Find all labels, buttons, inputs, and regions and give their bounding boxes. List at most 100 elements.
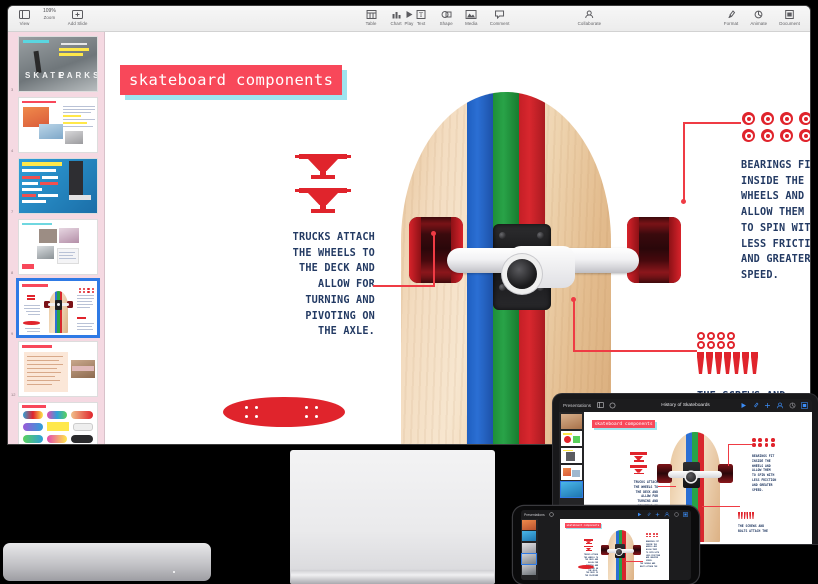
add-slide-button[interactable]: Add Slide [62,6,94,27]
ipad-animate-icon[interactable] [789,402,796,410]
ipad-format-icon[interactable] [752,402,759,410]
table-label: Table [365,21,377,26]
slide-thumbnail-7[interactable] [18,158,98,214]
slide-thumbnail-item[interactable]: 8 [11,219,98,275]
ipad-thumb[interactable] [561,465,582,480]
document-button[interactable]: Document [773,6,806,27]
ipad-thumb[interactable] [561,431,582,446]
ipad-document-icon[interactable] [801,401,808,410]
text-icon: T [415,8,428,20]
trucks-callout-text[interactable]: TRUCKS ATTACH THE WHEELS TO THE DECK AND… [238,230,375,340]
iphone-slide-title: skateboard components [565,523,601,528]
view-button[interactable]: View [12,6,37,27]
nut-row [697,341,758,349]
slide-title[interactable]: skateboard components [120,65,343,95]
nut-icon [697,341,705,349]
ipad-back-button[interactable]: Presentations [563,403,591,408]
slide-number: 3 [11,87,14,92]
bearings-callout-text[interactable]: BEARINGS FIT INSIDE THE WHEELS AND ALLOW… [741,158,810,284]
slide-thumbnail-item[interactable]: 13 [18,402,98,444]
zoom-value: 109% [43,8,56,14]
format-button[interactable]: Format [718,6,745,27]
iphone-zoom-icon[interactable] [549,511,554,518]
iphone-animate-icon[interactable] [674,511,679,518]
slide-thumbnail-8[interactable] [18,219,98,275]
truck-glyph-2 [295,188,351,214]
bearing-icon [799,112,810,125]
thumb-art [19,220,97,274]
bearing-icon [799,129,810,142]
iphone-document-icon[interactable] [683,511,688,518]
chart-button[interactable]: Chart [384,6,409,27]
table-button[interactable]: Table [359,6,384,27]
ipad-collaborate-icon[interactable] [776,402,784,410]
svg-text:T: T [419,11,424,19]
iphone-deck-text: THE DECK IS THE PLATFORM [585,572,598,577]
iphone-back-button[interactable]: Presentations [524,513,545,517]
shape-button[interactable]: Shape [434,6,459,27]
iphone-play-icon[interactable] [637,512,642,518]
slide-thumbnail-item[interactable]: 7 [11,158,98,214]
ipad-document-title: History of Skateboards [661,403,710,408]
iphone-deck-icon [578,565,594,569]
iphone-collaborate-icon[interactable] [664,511,670,518]
collaborate-item[interactable]: Collaborate [572,6,608,27]
view-label: View [19,21,30,26]
media-label: Media [465,21,478,26]
iphone-slide-navigator[interactable] [521,519,538,580]
format-brush-icon [725,8,738,20]
nut-row [697,332,758,340]
slide-thumbnail-item[interactable]: SKATE PARKS 3 [11,36,98,92]
iphone-bearings-text: BEARINGS FIT INSIDE THE WHEELS AND ALLOW… [646,541,661,562]
ipad-kingpin [686,472,696,482]
slide-canvas[interactable]: skateboard components TRUCKS ATTACH THE … [105,32,810,444]
iphone-thumb[interactable] [522,520,536,530]
bearing-icon [780,129,793,142]
animate-button[interactable]: Animate [744,6,773,27]
ipad-play-icon[interactable] [740,402,747,410]
ipad-thumb-selected[interactable] [560,481,583,498]
screw-icon [724,352,731,374]
slide-number: 7 [11,209,14,214]
iphone-thumb[interactable] [522,531,536,542]
slide-thumbnail-3[interactable]: SKATE PARKS [18,36,98,92]
connector-trucks [373,285,435,287]
zoom-control[interactable]: 109% Zoom [37,6,62,27]
text-button[interactable]: T Text [409,6,434,27]
slide-thumbnail-item[interactable]: 4 [11,97,98,153]
slide-thumbnail-13[interactable] [18,402,98,444]
slide-navigator[interactable]: SKATE PARKS 3 4 7 8 9 12 [8,32,105,444]
ipad-view-icon[interactable] [597,402,604,409]
collaborate-icon [583,8,596,20]
ipad-thumb[interactable] [561,414,582,429]
comment-button[interactable]: Comment [484,6,516,27]
slide-thumbnail-9[interactable] [16,278,100,338]
ipad-thumb[interactable] [561,448,582,463]
slide-thumbnail-4[interactable] [18,97,98,153]
slide-number: 8 [11,270,14,275]
iphone-slide-canvas[interactable]: skateboard components TRUCKS ATTACH THE … [560,519,669,580]
connector-dot-bearings [681,199,686,204]
shape-icon [440,8,453,20]
slide-thumbnail-item-selected[interactable]: 9 [11,278,100,338]
iphone-thumb-selected[interactable] [521,552,537,565]
iphone-toolbar-right [637,511,688,518]
ipad-add-icon[interactable] [764,402,771,410]
iphone-thumb[interactable] [522,542,536,553]
connector-trucks-v [433,234,435,286]
collaborate-button[interactable]: Collaborate [572,6,608,27]
ipad-slide-title: skateboard components [592,420,656,428]
ipad-zoom-icon[interactable] [609,402,616,410]
nut-icon [707,332,715,340]
nut-icon [697,332,705,340]
iphone-thumb[interactable] [522,565,536,576]
deck-callout-text[interactable]: THE DECK IS THE PLATFORM [233,442,373,444]
media-button[interactable]: Media [459,6,484,27]
slide-thumbnail-item[interactable]: 12 [11,341,98,397]
iphone-add-icon[interactable] [655,512,660,518]
slide-number: 12 [11,392,16,397]
slide-thumbnail-12[interactable] [18,341,98,397]
power-led [173,571,175,573]
iphone-format-icon[interactable] [646,511,651,518]
thumb-art: SKATE PARKS [19,37,97,91]
